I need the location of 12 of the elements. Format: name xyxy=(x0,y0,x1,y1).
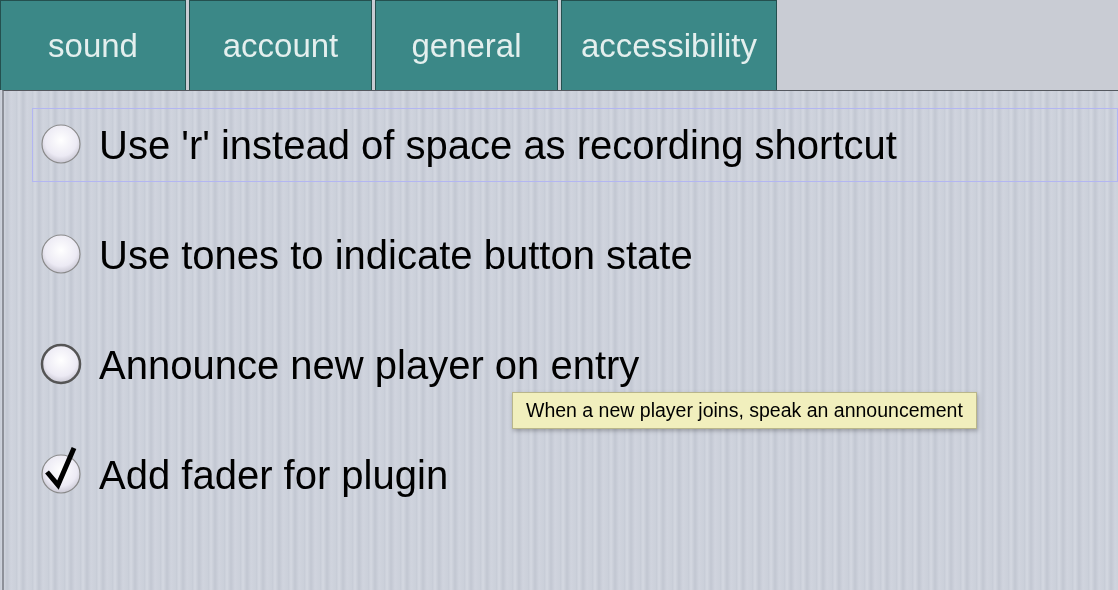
tab[interactable]: accessibility xyxy=(561,0,777,90)
option-label: Add fader for plugin xyxy=(99,452,449,498)
option-label: Use tones to indicate button state xyxy=(99,232,693,278)
tab[interactable]: account xyxy=(189,0,372,90)
option-row[interactable]: Use 'r' instead of space as recording shortcut xyxy=(32,108,1118,182)
option-row[interactable]: Use tones to indicate button state xyxy=(32,218,1118,292)
option-label: Use 'r' instead of space as recording shortcut xyxy=(99,122,897,168)
tab[interactable]: sound xyxy=(0,0,186,90)
option-label: Announce new player on entry xyxy=(99,342,640,388)
tab[interactable]: general xyxy=(375,0,558,90)
tooltip: When a new player joins, speak an announcement xyxy=(512,392,977,429)
option-row[interactable]: Add fader for plugin xyxy=(32,438,1118,512)
